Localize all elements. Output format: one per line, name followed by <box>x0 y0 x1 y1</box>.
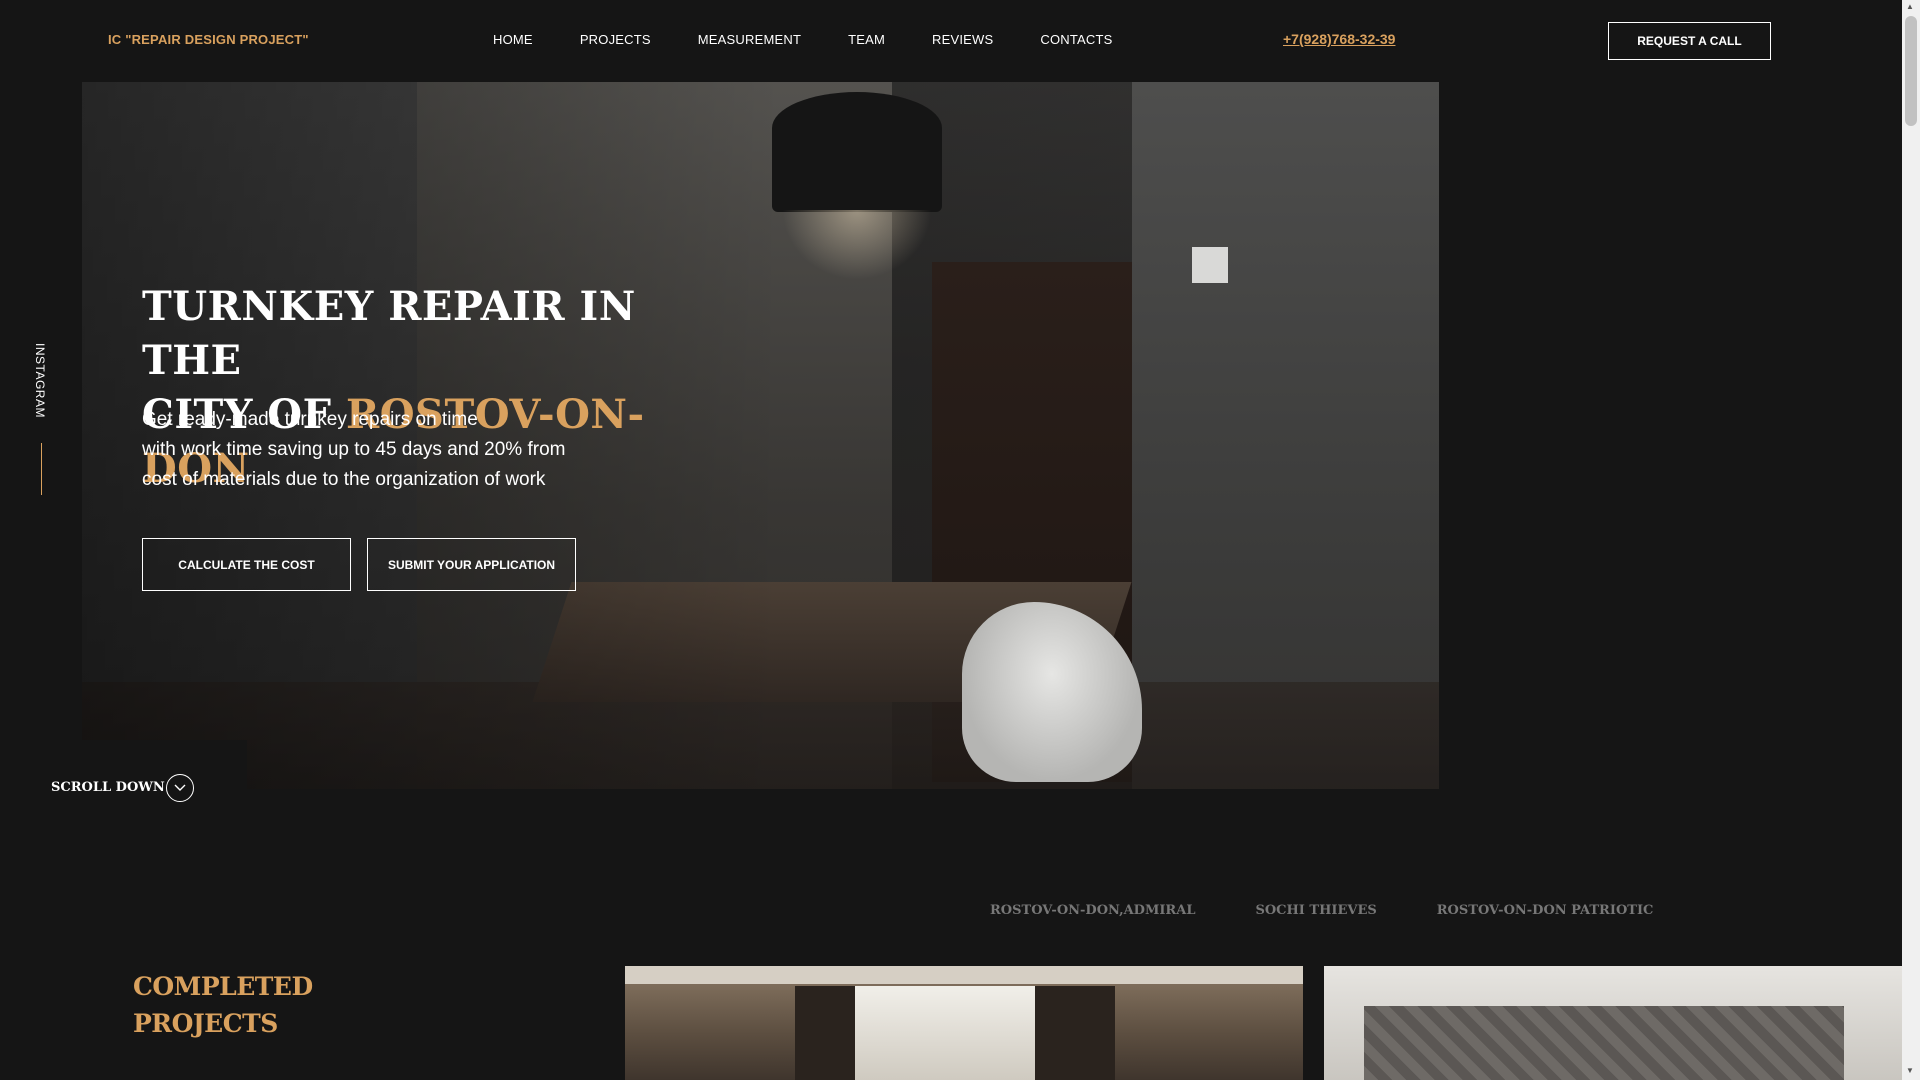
scroll-up-arrow-icon[interactable]: ▲ <box>1906 2 1914 11</box>
nav-item-contacts[interactable]: CONTACTS <box>1040 32 1112 47</box>
project-image-2-panel <box>1364 1006 1844 1080</box>
project-tabs: ROSTOV-ON-DON,ADMIRAL SOCHI THIEVES ROST… <box>990 903 1713 918</box>
hero-title-line1: TURNKEY REPAIR IN THE <box>142 283 636 384</box>
page-scrollbar[interactable] <box>1902 0 1920 1080</box>
tab-rostov-admiral[interactable]: ROSTOV-ON-DON,ADMIRAL <box>990 903 1195 918</box>
hero-text-line2: with work time saving up to 45 days and … <box>142 439 566 460</box>
completed-title-line2: PROJECTS <box>133 1009 278 1038</box>
hero-bg-sconce <box>1192 247 1228 283</box>
completed-title-line1: COMPLETED <box>133 972 313 1001</box>
scroll-down-arrow-icon[interactable]: ▼ <box>1906 1066 1914 1075</box>
hero-text-line1: Get ready-made turnkey repairs on time <box>142 409 478 430</box>
instagram-link[interactable]: INSTAGRAM <box>33 343 47 418</box>
completed-projects-title: COMPLETED PROJECTS <box>133 968 313 1042</box>
tab-sochi-thieves[interactable]: SOCHI THIEVES <box>1255 903 1376 918</box>
scroll-down-label[interactable]: SCROLL DOWN <box>51 780 165 795</box>
nav-item-reviews[interactable]: REVIEWS <box>932 32 993 47</box>
nav-item-measurement[interactable]: MEASUREMENT <box>698 32 801 47</box>
nav-item-team[interactable]: TEAM <box>848 32 885 47</box>
hero-bg-lamp-glow <box>782 210 932 280</box>
project-image-2[interactable] <box>1324 966 1902 1080</box>
project-image-1[interactable] <box>625 966 1303 1080</box>
logo[interactable]: IC "REPAIR DESIGN PROJECT" <box>108 32 309 47</box>
project-image-1-curtain-right <box>1035 986 1115 1080</box>
main-nav: HOME PROJECTS MEASUREMENT TEAM REVIEWS C… <box>493 32 1160 47</box>
hero-text-line3: cost of materials due to the organizatio… <box>142 469 546 490</box>
tab-rostov-patriotic[interactable]: ROSTOV-ON-DON PATRIOTIC <box>1437 903 1654 918</box>
submit-application-button[interactable]: SUBMIT YOUR APPLICATION <box>367 538 576 591</box>
nav-item-projects[interactable]: PROJECTS <box>580 32 651 47</box>
nav-item-home[interactable]: HOME <box>493 32 533 47</box>
calculate-cost-button[interactable]: CALCULATE THE COST <box>142 538 351 591</box>
chevron-down-icon[interactable] <box>166 774 194 802</box>
site-header: IC "REPAIR DESIGN PROJECT" HOME PROJECTS… <box>0 0 1900 82</box>
hero-description: Get ready-made turnkey repairs on time w… <box>142 405 602 495</box>
project-image-1-curtain-left <box>795 986 855 1080</box>
phone-link[interactable]: +7(928)768-32-39 <box>1283 31 1395 47</box>
hero-bg-lamp <box>772 92 942 212</box>
project-image-1-ceiling <box>625 966 1303 984</box>
scrollbar-thumb[interactable] <box>1905 16 1917 126</box>
chevron-down-icon-svg <box>174 784 186 791</box>
instagram-divider <box>41 443 42 495</box>
request-call-button[interactable]: REQUEST A CALL <box>1608 22 1771 60</box>
